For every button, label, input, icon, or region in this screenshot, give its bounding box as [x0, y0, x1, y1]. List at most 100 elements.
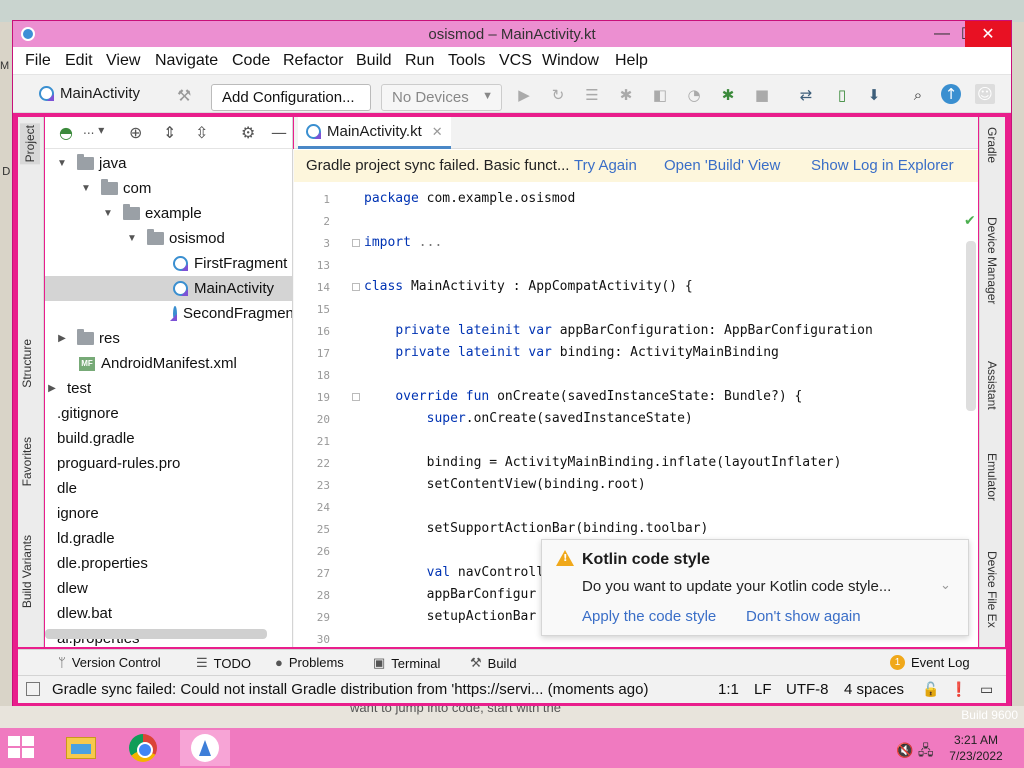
chrome-button[interactable] [118, 730, 168, 766]
expand-all-icon[interactable]: ⇕ [163, 123, 176, 142]
speaker-muted-icon[interactable]: 🔇 [896, 743, 913, 759]
android-studio-button[interactable] [180, 730, 230, 766]
caret-position[interactable]: 1:1 [718, 681, 739, 698]
attach-debugger-icon[interactable]: ◧ [649, 84, 671, 106]
attach-process-icon[interactable]: ✱ [717, 84, 739, 106]
hammer-icon[interactable]: ⚒ [177, 86, 191, 105]
tree-item[interactable]: FirstFragment [45, 251, 292, 276]
menu-vcs[interactable]: VCS [499, 52, 532, 70]
tree-item[interactable]: ▼ example [45, 201, 292, 226]
tree-item[interactable]: dlew [45, 576, 292, 601]
windows-start-button[interactable] [8, 736, 36, 760]
tab-build-variants[interactable]: Build Variants [20, 535, 34, 608]
tree-item[interactable]: ignore [45, 501, 292, 526]
device-selector[interactable]: No Devices ▼ [381, 84, 502, 111]
menu-file[interactable]: File [25, 52, 51, 70]
tree-item[interactable]: SecondFragment [45, 301, 292, 326]
tab-gradle[interactable]: Gradle [985, 127, 999, 163]
tree-item-selected[interactable]: MainActivity [45, 276, 292, 301]
menu-run[interactable]: Run [405, 52, 434, 70]
chevron-down-icon[interactable]: ⌄ [940, 578, 951, 593]
tree-item[interactable]: MF AndroidManifest.xml [45, 351, 292, 376]
menu-navigate[interactable]: Navigate [155, 52, 218, 70]
tree-item[interactable]: ▼ osismod [45, 226, 292, 251]
line-separator[interactable]: LF [754, 681, 772, 698]
file-encoding[interactable]: UTF-8 [786, 681, 829, 698]
todo-tab[interactable]: ☰ TODO [196, 655, 251, 671]
menu-code[interactable]: Code [232, 52, 270, 70]
panel-toggle-icon[interactable] [26, 682, 40, 696]
tree-item[interactable]: ▼ java [45, 151, 292, 176]
tab-main-activity[interactable]: MainActivity.kt ✕ [298, 117, 451, 149]
add-configuration-button[interactable]: Add Configuration... [211, 84, 371, 111]
tree-item[interactable]: ▼ com [45, 176, 292, 201]
open-build-view-link[interactable]: Open 'Build' View [664, 157, 780, 174]
lock-icon[interactable]: 🔓 [922, 681, 939, 698]
menu-help[interactable]: Help [615, 52, 648, 70]
terminal-tab[interactable]: ▣ Terminal [373, 655, 440, 671]
gear-icon[interactable]: ⚙ [241, 123, 255, 142]
build-tab[interactable]: ⚒ Build [470, 655, 517, 671]
menu-view[interactable]: View [106, 52, 140, 70]
tree-item[interactable]: dlew.bat [45, 601, 292, 626]
android-icon[interactable]: ◓ [59, 123, 73, 142]
account-icon[interactable]: ☺ [975, 84, 995, 104]
apply-code-style-link[interactable]: Apply the code style [582, 608, 716, 625]
hide-icon[interactable]: — [271, 123, 287, 142]
menu-window[interactable]: Window [542, 52, 599, 70]
show-log-link[interactable]: Show Log in Explorer [811, 157, 954, 174]
menu-edit[interactable]: Edit [65, 52, 93, 70]
breadcrumb[interactable]: MainActivity [39, 85, 140, 102]
sync-gradle-icon[interactable]: ⇄ [795, 84, 817, 106]
tab-project[interactable]: Project [20, 123, 40, 165]
tree-item[interactable]: ld.gradle [45, 526, 292, 551]
stop-icon[interactable]: ■ [751, 84, 773, 106]
locate-icon[interactable]: ⊕ [129, 123, 142, 142]
horizontal-scrollbar[interactable] [45, 629, 267, 639]
status-message[interactable]: Gradle sync failed: Could not install Gr… [52, 681, 648, 698]
device-manager-icon[interactable]: ▯ [831, 84, 853, 106]
fold-marker[interactable] [352, 239, 360, 247]
tab-device-manager[interactable]: Device Manager [985, 217, 999, 304]
tab-assistant[interactable]: Assistant [985, 361, 999, 410]
warning-icon[interactable]: ❗ [950, 681, 967, 698]
indent-setting[interactable]: 4 spaces [844, 681, 904, 698]
tab-device-file-explorer[interactable]: Device File Ex [985, 551, 999, 628]
clock[interactable]: 3:21 AM 7/23/2022 [930, 732, 1022, 764]
update-icon[interactable]: ↑ [941, 84, 961, 104]
profile-icon[interactable]: ◔ [683, 84, 705, 106]
fold-marker[interactable] [352, 283, 360, 291]
tab-emulator[interactable]: Emulator [985, 453, 999, 501]
memory-icon[interactable]: ▭ [980, 681, 993, 698]
view-selector[interactable]: ... ▾ [83, 123, 104, 137]
tree-item[interactable]: proguard-rules.pro [45, 451, 292, 476]
title-bar[interactable]: osismod – MainActivity.kt — ☐ ✕ [13, 21, 1011, 47]
tree-item[interactable]: build.gradle [45, 426, 292, 451]
try-again-link[interactable]: Try Again [574, 157, 637, 174]
apply-code-changes-icon[interactable]: ☰ [581, 84, 603, 106]
run-icon[interactable]: ▶ [513, 84, 535, 106]
tree-item[interactable]: ▶ test [45, 376, 292, 401]
debug-icon[interactable]: ✱ [615, 84, 637, 106]
file-explorer-button[interactable] [56, 730, 106, 766]
menu-build[interactable]: Build [356, 52, 392, 70]
tree-item[interactable]: dle.properties [45, 551, 292, 576]
problems-tab[interactable]: ● Problems [275, 655, 344, 670]
sdk-manager-icon[interactable]: ⬇ [863, 84, 885, 106]
version-control-tab[interactable]: ᛘ Version Control [58, 655, 161, 670]
tab-structure[interactable]: Structure [20, 339, 34, 388]
tree-item[interactable]: dle [45, 476, 292, 501]
close-tab-icon[interactable]: ✕ [432, 124, 443, 140]
search-icon[interactable]: ⌕ [907, 84, 929, 106]
tree-item[interactable]: .gitignore [45, 401, 292, 426]
apply-changes-icon[interactable]: ↻ [547, 84, 569, 106]
event-log-tab[interactable]: 1 Event Log [890, 655, 970, 670]
tab-favorites[interactable]: Favorites [20, 437, 34, 486]
menu-refactor[interactable]: Refactor [283, 52, 343, 70]
dont-show-again-link[interactable]: Don't show again [746, 608, 861, 625]
menu-tools[interactable]: Tools [448, 52, 485, 70]
close-button[interactable]: ✕ [965, 21, 1011, 47]
fold-marker[interactable] [352, 393, 360, 401]
editor-scrollbar[interactable] [966, 241, 976, 411]
tree-item[interactable]: ▶ res [45, 326, 292, 351]
